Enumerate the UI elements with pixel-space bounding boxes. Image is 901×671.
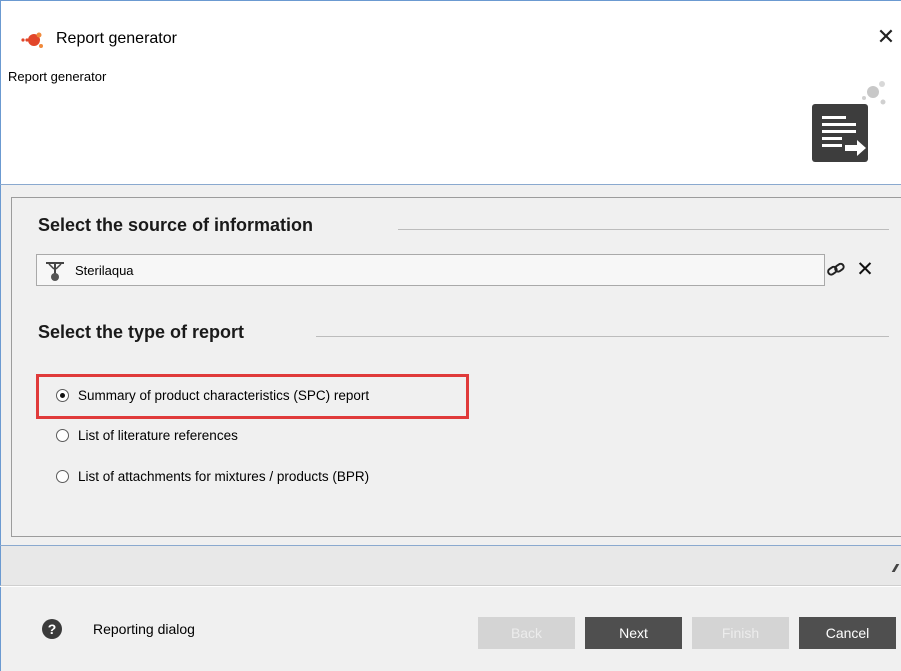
finish-button[interactable]: Finish bbox=[692, 617, 789, 649]
help-icon[interactable]: ? bbox=[42, 619, 62, 639]
next-button[interactable]: Next bbox=[585, 617, 682, 649]
help-text: Reporting dialog bbox=[93, 621, 195, 637]
report-type-section-line bbox=[316, 336, 889, 337]
link-icon[interactable] bbox=[825, 261, 847, 281]
source-section-line bbox=[398, 229, 889, 230]
radio-label-literature: List of literature references bbox=[78, 428, 238, 443]
dialog-content: Select the source of information Sterila… bbox=[0, 185, 901, 545]
radio-button[interactable] bbox=[56, 470, 69, 483]
radio-button[interactable] bbox=[56, 429, 69, 442]
radio-label-attachments: List of attachments for mixtures / produ… bbox=[78, 469, 370, 484]
radio-label-spc: Summary of product characteristics (SPC)… bbox=[78, 388, 370, 403]
radio-button-checked[interactable] bbox=[56, 389, 69, 402]
substance-icon bbox=[46, 262, 64, 281]
options-panel: Select the source of information Sterila… bbox=[11, 197, 901, 537]
source-value: Sterilaqua bbox=[75, 263, 134, 278]
window-title: Report generator bbox=[56, 30, 177, 47]
header-subtitle: Report generator bbox=[8, 69, 107, 84]
source-field[interactable]: Sterilaqua bbox=[36, 254, 825, 286]
back-button[interactable]: Back bbox=[478, 617, 575, 649]
cancel-button[interactable]: Cancel bbox=[799, 617, 896, 649]
source-section-title: Select the source of information bbox=[38, 215, 314, 235]
resize-grip-icon[interactable] bbox=[891, 564, 901, 572]
report-generator-icon bbox=[812, 81, 886, 162]
app-logo-icon bbox=[21, 32, 43, 48]
close-icon[interactable]: ✕ bbox=[874, 25, 898, 49]
splitter-bar[interactable] bbox=[0, 546, 901, 586]
dialog-footer: ? Reporting dialog Back Next Finish Canc… bbox=[0, 587, 901, 671]
report-type-section-title: Select the type of report bbox=[38, 322, 245, 342]
clear-icon[interactable]: ✕ bbox=[854, 259, 876, 281]
dialog-header: Report generator bbox=[0, 60, 901, 185]
title-bar: Report generator ✕ bbox=[0, 0, 901, 60]
